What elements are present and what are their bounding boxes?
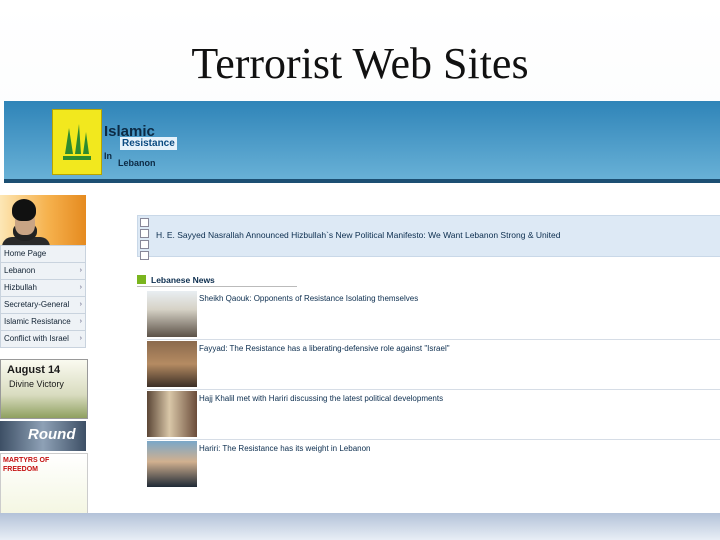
menu-item-islamic-resistance[interactable]: Islamic Resistance › (0, 314, 86, 331)
section-header: Lebanese News (137, 275, 297, 287)
site-logo-icon[interactable] (52, 109, 102, 175)
menu-item-label: Islamic Resistance (4, 317, 71, 326)
logo-line4: Lebanon (118, 158, 156, 168)
logo-line2: Resistance (120, 137, 177, 150)
flag-emblem-icon (63, 122, 91, 162)
news-item[interactable]: Hariri: The Resistance has its weight in… (147, 441, 720, 489)
menu-item-home[interactable]: Home Page (0, 245, 86, 263)
ticker-up-button[interactable] (140, 218, 149, 227)
menu-item-label: Lebanon (4, 266, 36, 275)
main-content: H. E. Sayyed Nasrallah Announced Hizbull… (137, 215, 720, 513)
left-sidebar: Home Page Lebanon › Hizbullah › Secretar… (0, 183, 88, 513)
news-section-icon (137, 275, 146, 284)
menu-item-label: Hizbullah (4, 283, 37, 292)
promo-line2: FREEDOM (3, 466, 38, 473)
news-item[interactable]: Hajj Khalil met with Hariri discussing t… (147, 391, 720, 439)
headline-link[interactable]: H. E. Sayyed Nasrallah Announced Hizbull… (156, 230, 560, 240)
site-banner (4, 101, 720, 183)
news-item[interactable]: Sheikh Qaouk: Opponents of Resistance Is… (147, 291, 720, 339)
ticker-play-button[interactable] (140, 229, 149, 238)
slide-title: Terrorist Web Sites (191, 39, 529, 88)
menu-item-label: Secretary-General (4, 300, 70, 309)
promo-line1: MARTYRS OF (3, 457, 50, 464)
news-thumbnail[interactable] (147, 291, 197, 337)
chevron-right-icon: › (79, 318, 82, 325)
nav-menu: Home Page Lebanon › Hizbullah › Secretar… (0, 245, 86, 348)
promo-title: MARTYRS OF FREEDOM (3, 456, 49, 474)
chevron-right-icon: › (79, 335, 82, 342)
slide-footer (0, 513, 720, 540)
menu-item-hizbullah[interactable]: Hizbullah › (0, 280, 86, 297)
promo-title: August 14 (7, 364, 61, 376)
news-title-link[interactable]: Hariri: The Resistance has its weight in… (199, 444, 371, 453)
promo-subtitle: Divine Victory (9, 379, 64, 389)
ticker-controls (140, 218, 149, 262)
logo-line3: In (104, 151, 112, 161)
menu-item-label: Home Page (4, 249, 47, 258)
news-title-link[interactable]: Sheikh Qaouk: Opponents of Resistance Is… (199, 294, 418, 303)
menu-item-conflict[interactable]: Conflict with Israel › (0, 331, 86, 348)
news-title-link[interactable]: Hajj Khalil met with Hariri discussing t… (199, 394, 443, 403)
chevron-right-icon: › (79, 284, 82, 291)
headline-ticker: H. E. Sayyed Nasrallah Announced Hizbull… (137, 215, 720, 260)
menu-item-secretary-general[interactable]: Secretary-General › (0, 297, 86, 314)
section-title: Lebanese News (151, 275, 215, 285)
news-title-link[interactable]: Fayyad: The Resistance has a liberating-… (199, 344, 450, 353)
banner-strip (4, 179, 720, 183)
round-promo-banner[interactable]: Round (0, 421, 86, 451)
news-item[interactable]: Fayyad: The Resistance has a liberating-… (147, 341, 720, 389)
news-thumbnail[interactable] (147, 341, 197, 387)
website-screenshot: Islamic Resistance In Lebanon Home Page … (0, 101, 720, 513)
promo-title: Round (28, 426, 76, 443)
news-thumbnail[interactable] (147, 441, 197, 487)
august-promo-banner[interactable]: August 14 Divine Victory (0, 359, 88, 419)
chevron-right-icon: › (79, 267, 82, 274)
menu-item-label: Conflict with Israel (4, 334, 69, 343)
ticker-down-button[interactable] (140, 251, 149, 260)
ticker-pause-button[interactable] (140, 240, 149, 249)
news-thumbnail[interactable] (147, 391, 197, 437)
chevron-right-icon: › (79, 301, 82, 308)
menu-item-lebanon[interactable]: Lebanon › (0, 263, 86, 280)
martyrs-promo-banner[interactable]: MARTYRS OF FREEDOM (0, 453, 88, 513)
